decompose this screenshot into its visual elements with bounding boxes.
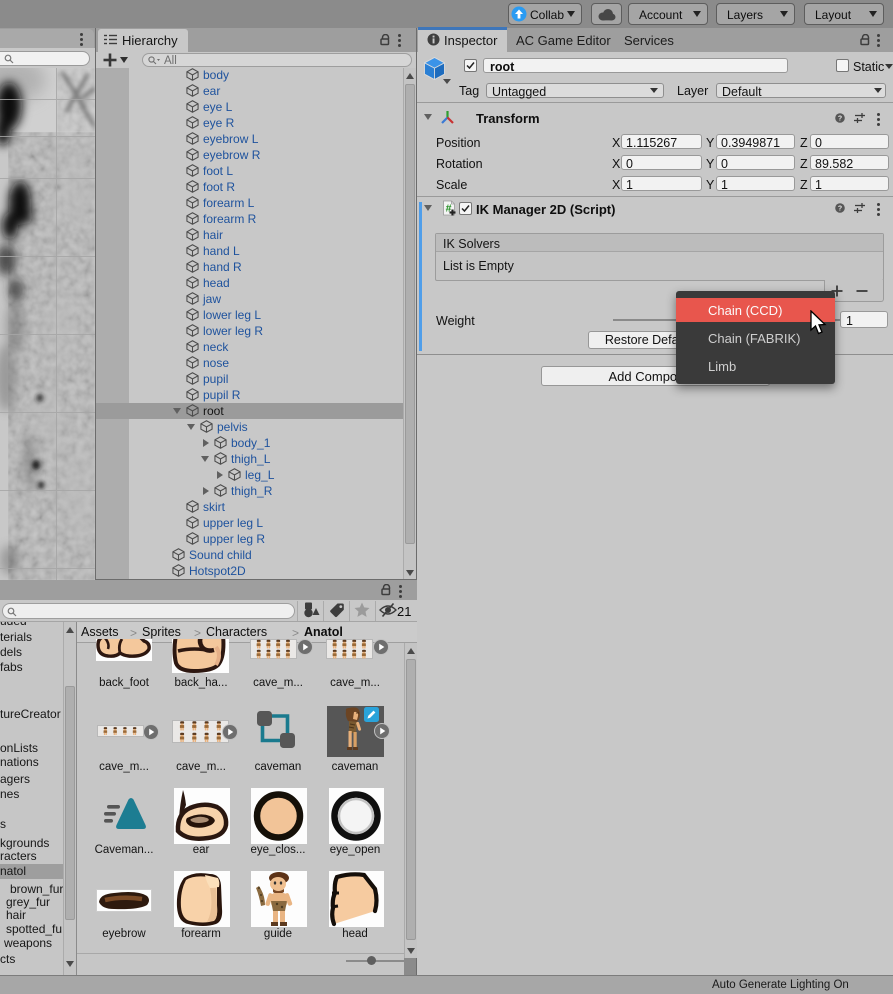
svg-text:?: ? bbox=[838, 116, 842, 123]
svg-text:?: ? bbox=[838, 206, 842, 213]
